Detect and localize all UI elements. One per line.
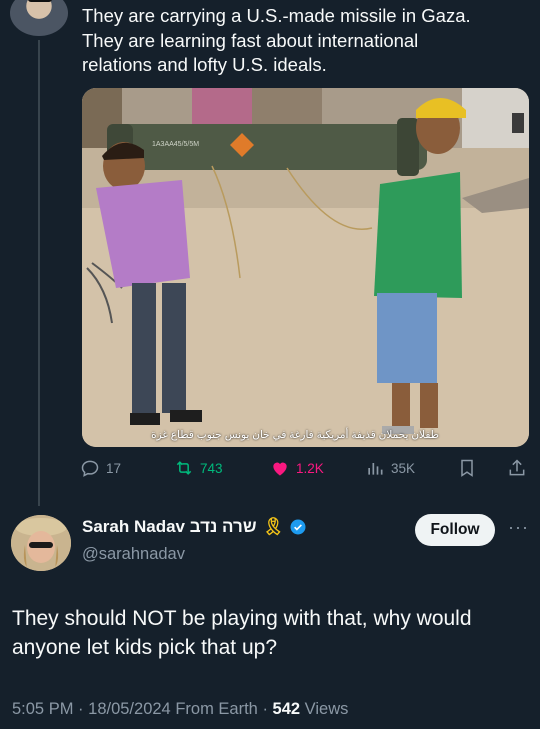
reply-line: anyone let kids pick that up? — [12, 636, 278, 659]
tweet-line: They are carrying a U.S.-made missile in… — [82, 5, 471, 26]
yellow-ribbon-icon: 🎗 — [262, 517, 285, 536]
reply-author-name-row[interactable]: Sarah Nadav שרה נדב 🎗 — [82, 517, 307, 537]
analytics-icon — [368, 463, 383, 475]
tweet-line: relations and lofty U.S. ideals. — [82, 54, 327, 75]
views-action[interactable]: 35K — [365, 458, 415, 478]
author-avatar[interactable] — [10, 0, 68, 36]
views-count: 35K — [391, 460, 416, 476]
like-count: 1.2K — [296, 460, 324, 476]
repost-icon — [176, 461, 192, 475]
author-handle[interactable]: @sarahnadav — [82, 545, 185, 564]
photo-scene: 1A3AA45/5/5M — [82, 88, 529, 447]
share-icon — [509, 459, 525, 476]
views-label: Views — [304, 700, 349, 718]
repost-action[interactable]: 743 — [174, 458, 223, 478]
tweet-photo[interactable]: 1A3AA45/5/5M طفلان يحملان قذيفة أمريكية … — [82, 88, 529, 447]
photo-caption: طفلان يحملان قذيفة أمريكية فارغة في خان … — [151, 429, 439, 441]
post-date[interactable]: 18/05/2024 — [88, 700, 171, 718]
heart-icon — [273, 462, 287, 476]
view-count: 542 — [272, 700, 301, 718]
like-action[interactable]: 1.2K — [270, 458, 324, 478]
bookmark-action[interactable] — [457, 458, 477, 478]
share-action[interactable] — [507, 458, 527, 478]
avatar-photo — [11, 515, 71, 571]
follow-button[interactable]: Follow — [415, 514, 495, 546]
reply-action[interactable]: 17 — [80, 458, 121, 478]
more-options-icon[interactable]: ··· — [508, 517, 529, 538]
thread-line — [38, 40, 40, 506]
sunglasses-detail — [28, 0, 52, 2]
tweet-line: They are learning fast about internation… — [82, 29, 419, 51]
reply-author-avatar[interactable] — [11, 515, 71, 571]
tweet-meta: 5:05 PM · 18/05/2024 From Earth · 542 Vi… — [12, 700, 349, 718]
bookmark-icon — [461, 459, 473, 477]
post-source: From Earth — [175, 700, 258, 718]
reply-text: They should NOT be playing with that, wh… — [12, 604, 532, 662]
reply-icon — [81, 460, 99, 477]
verified-badge-icon — [290, 519, 306, 535]
reply-line: They should NOT be playing with that, wh… — [12, 607, 472, 630]
display-name[interactable]: Sarah Nadav שרה נדב — [82, 517, 257, 537]
launcher-label: 1A3AA45/5/5M — [152, 141, 199, 148]
repost-count: 743 — [200, 460, 223, 476]
post-time[interactable]: 5:05 PM — [12, 700, 73, 718]
reply-count: 17 — [106, 460, 122, 476]
tweet-text: They are carrying a U.S.-made missile in… — [82, 4, 512, 78]
